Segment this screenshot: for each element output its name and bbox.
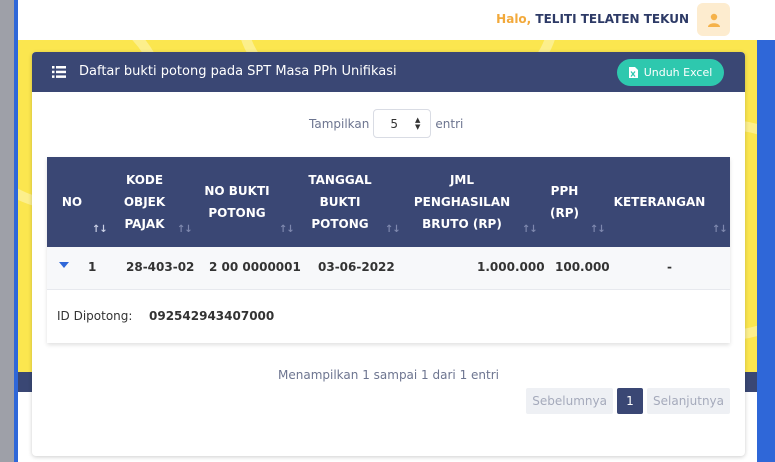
- id-dipotong-label: ID Dipotong:: [57, 309, 133, 323]
- user-avatar[interactable]: [697, 3, 730, 36]
- column-header-kode-objek-pajak[interactable]: KODE OBJEK PAJAK ↑↓: [112, 157, 193, 247]
- entries-select[interactable]: 5 ▲ ▼: [373, 109, 432, 138]
- select-arrows-icon: ▲ ▼: [414, 115, 421, 131]
- card-title: Daftar bukti potong pada SPT Masa PPh Un…: [79, 64, 397, 79]
- list-icon: [52, 66, 66, 78]
- length-menu-prefix: Tampilkan: [309, 116, 370, 131]
- column-header-no[interactable]: NO ↑↓: [47, 157, 108, 247]
- column-header-no-bukti-potong[interactable]: NO BUKTI POTONG ↑↓: [197, 157, 294, 247]
- data-table: NO ↑↓ KODE OBJEK PAJAK ↑↓ NO BUKTI POTON…: [47, 157, 730, 343]
- sort-icon: ↑↓: [590, 224, 606, 235]
- sort-icon: ↑↓: [279, 224, 295, 235]
- table-header: NO ↑↓ KODE OBJEK PAJAK ↑↓ NO BUKTI POTON…: [47, 157, 730, 247]
- top-bar: Halo, TELITI TELATEN TEKUN: [18, 0, 775, 40]
- entries-select-value: 5: [390, 116, 399, 131]
- greeting-text: Halo,: [496, 12, 532, 26]
- length-menu: Tampilkan 5 ▲ ▼ entri: [309, 109, 463, 138]
- column-header-jml-penghasilan-bruto[interactable]: JML PENGHASILAN BRUTO (RP) ↑↓: [414, 157, 538, 247]
- cell-bruto: 1.000.000: [477, 260, 545, 274]
- user-icon: [707, 13, 720, 27]
- cell-pph: 100.000: [555, 260, 610, 274]
- sort-icon: ↑↓: [385, 224, 401, 235]
- greeting: Halo, TELITI TELATEN TEKUN: [496, 12, 689, 26]
- user-name: TELITI TELATEN TEKUN: [535, 12, 689, 26]
- row-detail: ID Dipotong: 092542943407000: [47, 290, 730, 343]
- column-header-keterangan[interactable]: KETERANGAN ↑↓: [612, 157, 728, 247]
- sort-icon: ↑↓: [522, 224, 538, 235]
- sort-icon: ↑↓: [177, 224, 193, 235]
- column-header-pph[interactable]: PPH (RP) ↑↓: [542, 157, 606, 247]
- column-header-tanggal-bukti-potong[interactable]: TANGGAL BUKTI POTONG ↑↓: [300, 157, 400, 247]
- cell-no: 1: [88, 260, 97, 274]
- next-page-button[interactable]: Selanjutnya: [647, 388, 730, 414]
- unduh-excel-label: Unduh Excel: [643, 66, 713, 79]
- previous-page-button[interactable]: Sebelumnya: [526, 388, 613, 414]
- cell-tanggal: 03-06-2022: [318, 260, 395, 274]
- expand-row-caret-icon[interactable]: [59, 262, 69, 268]
- table-info: Menampilkan 1 sampai 1 dari 1 entri: [278, 368, 499, 382]
- id-dipotong-value: 092542943407000: [149, 309, 275, 323]
- card-header: Daftar bukti potong pada SPT Masa PPh Un…: [32, 52, 745, 92]
- sort-icon: ↑↓: [92, 224, 108, 235]
- excel-file-icon: [628, 67, 638, 78]
- length-menu-suffix: entri: [435, 116, 464, 131]
- sort-icon: ↑↓: [712, 224, 728, 235]
- bukti-potong-card: Daftar bukti potong pada SPT Masa PPh Un…: [32, 52, 745, 456]
- pagination: Sebelumnya 1 Selanjutnya: [526, 388, 730, 414]
- table-row[interactable]: 1 28-403-02 2 00 0000001 03-06-2022 1.00…: [47, 247, 730, 290]
- unduh-excel-button[interactable]: Unduh Excel: [617, 59, 724, 86]
- cell-keterangan: -: [667, 260, 672, 274]
- cell-no-bukti-potong: 2 00 0000001: [209, 260, 301, 274]
- cell-kode-objek-pajak: 28-403-02: [126, 260, 195, 274]
- page-1-button[interactable]: 1: [617, 388, 643, 414]
